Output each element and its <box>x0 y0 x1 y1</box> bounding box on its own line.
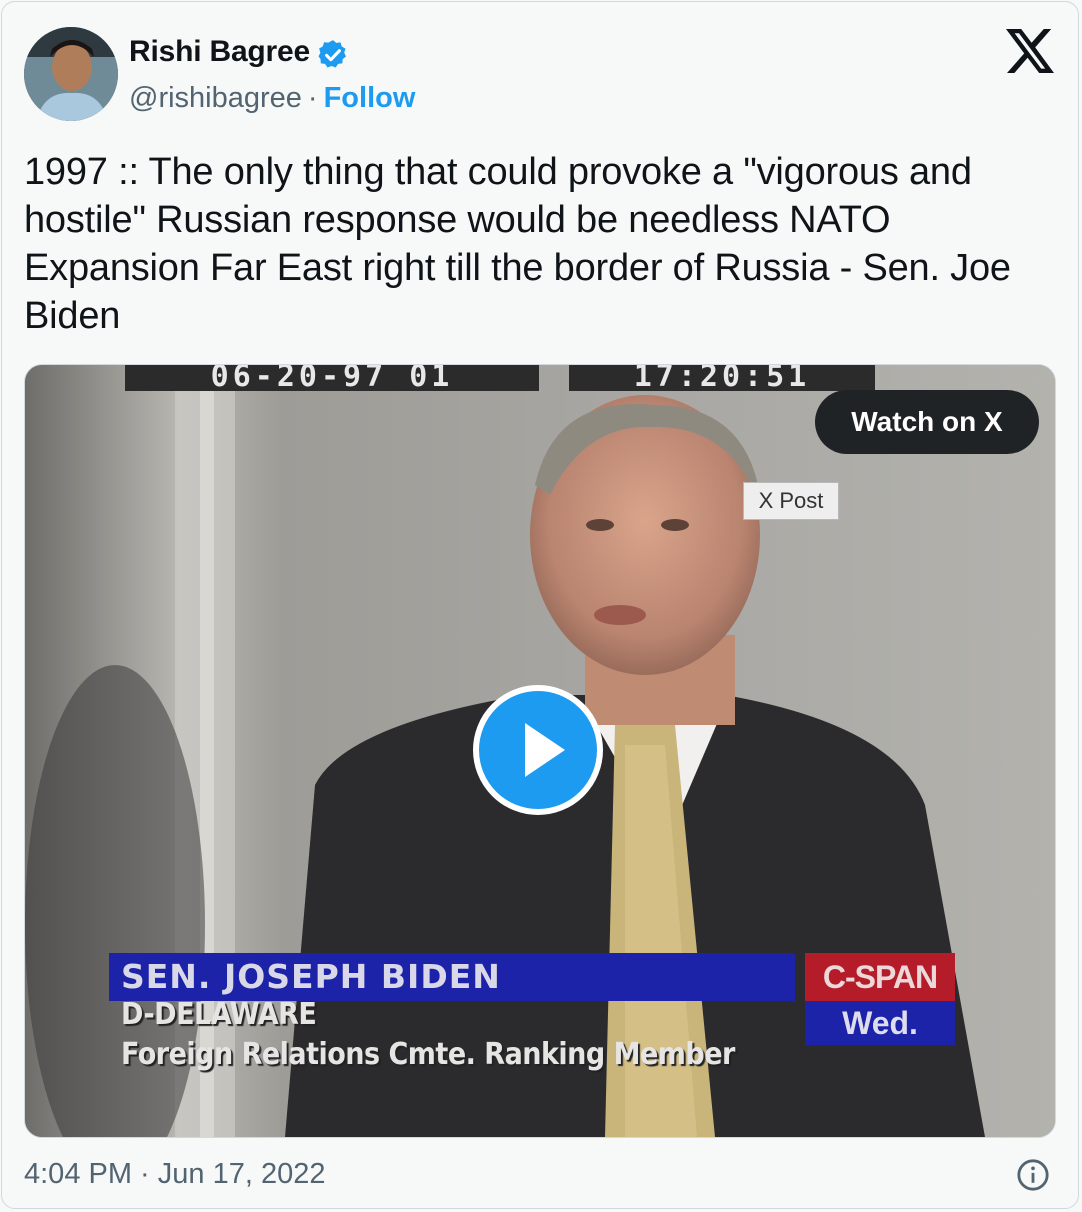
timecode-time: 17:20:51 <box>569 365 875 391</box>
info-icon[interactable] <box>1016 1158 1050 1192</box>
day-label: Wed. <box>805 1001 955 1045</box>
timecode-date: 06-20-97 01 <box>125 365 539 391</box>
x-logo-icon[interactable] <box>1006 29 1054 73</box>
avatar[interactable] <box>24 27 118 121</box>
separator: · <box>307 82 318 114</box>
verified-badge-icon <box>318 40 347 68</box>
follow-button[interactable]: Follow <box>324 82 416 114</box>
post-timestamp[interactable]: 4:04 PM · Jun 17, 2022 <box>24 1158 325 1191</box>
lower-third-state: D-DELAWARE <box>121 997 317 1032</box>
video-player[interactable]: 06-20-97 01 17:20:51 Watch on X X Post S… <box>24 364 1056 1138</box>
author-handle[interactable]: @rishibagree <box>129 82 302 114</box>
handle-row: @rishibagree · Follow <box>129 82 415 115</box>
play-icon <box>525 723 565 777</box>
play-button[interactable] <box>473 685 603 815</box>
network-logo: C-SPAN <box>805 953 955 1001</box>
watch-on-x-button[interactable]: Watch on X <box>815 390 1039 454</box>
tooltip: X Post <box>743 482 839 520</box>
tweet-text: 1997 :: The only thing that could provok… <box>24 151 1011 337</box>
lower-third-role: Foreign Relations Cmte. Ranking Member <box>121 1037 735 1072</box>
tweet-card: Rishi Bagree @rishibagree · Follow 1997 ::… <box>1 1 1079 1209</box>
author-name[interactable]: Rishi Bagree <box>129 35 310 69</box>
lower-third-name: SEN. JOSEPH BIDEN <box>121 957 501 996</box>
